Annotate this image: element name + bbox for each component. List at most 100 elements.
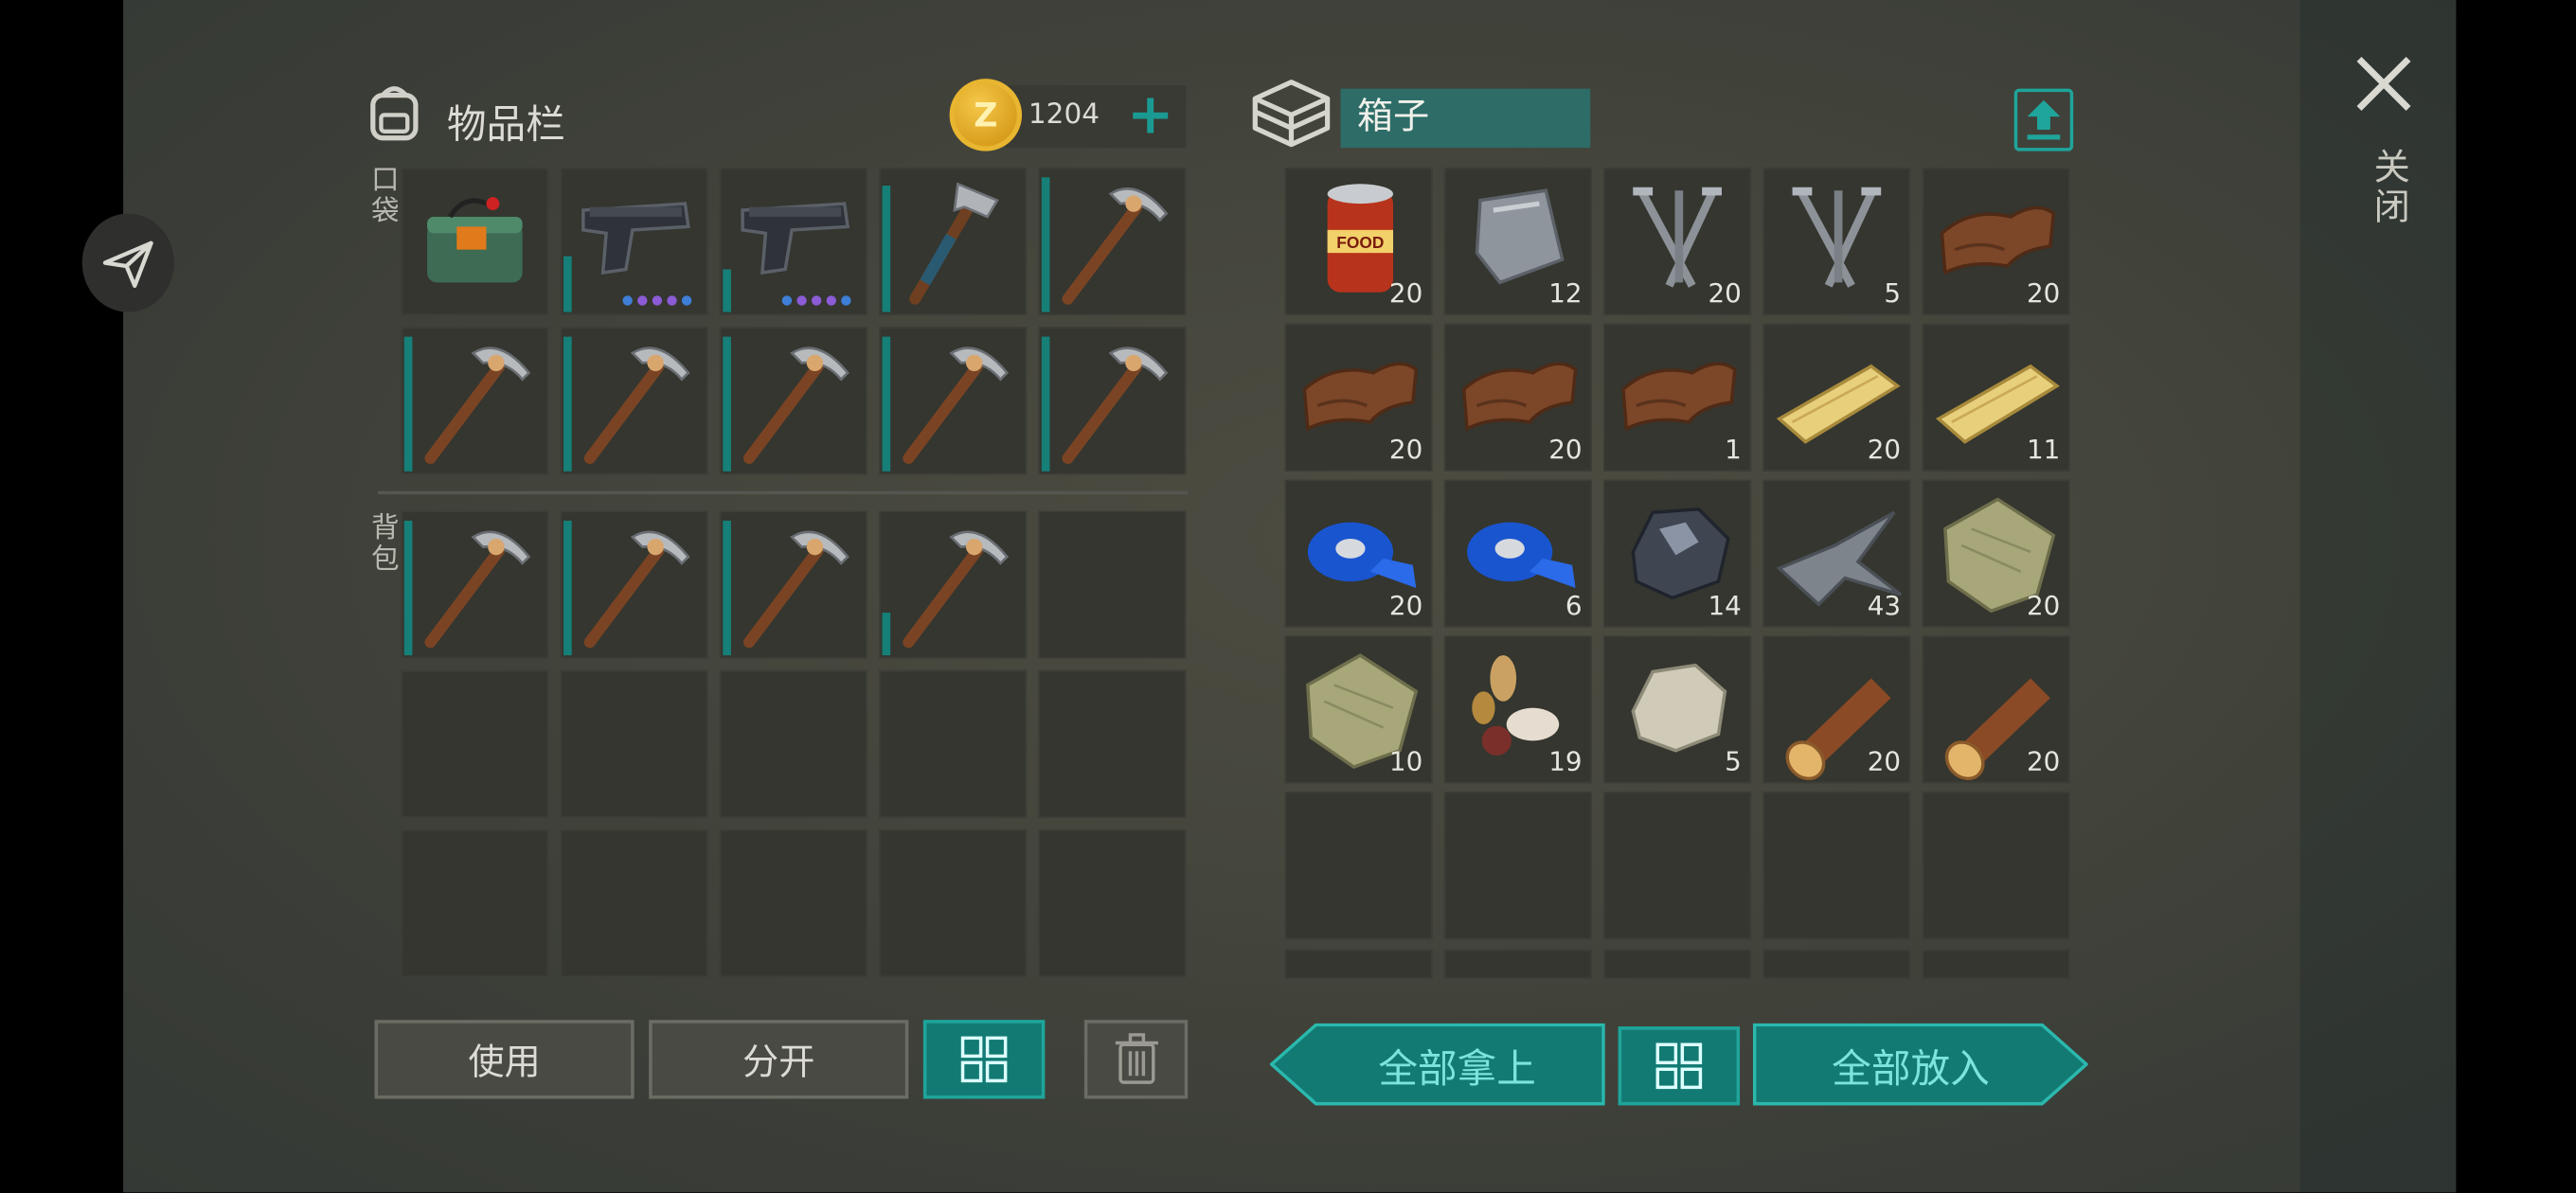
chest-slot[interactable]: 19 <box>1443 635 1592 784</box>
chest-slot[interactable]: 20 <box>1603 167 1752 316</box>
pocket-slot[interactable] <box>1038 167 1187 316</box>
take-all-button[interactable]: 全部拿上 <box>1269 1023 1605 1106</box>
durability-bar <box>1041 177 1050 312</box>
pocket-slot[interactable] <box>560 167 708 316</box>
chest-slot[interactable]: 11 <box>1922 323 2070 472</box>
upload-icon <box>2027 99 2061 140</box>
backpack-icon <box>370 86 419 141</box>
grid-icon <box>960 1036 1008 1083</box>
item-count: 43 <box>1867 589 1902 621</box>
chest-slot[interactable]: 20 <box>1443 323 1592 472</box>
put-all-button[interactable]: 全部放入 <box>1752 1023 2088 1106</box>
pocket-slot[interactable] <box>1038 327 1187 475</box>
sort-chest-button[interactable] <box>1618 1026 1741 1106</box>
chest-slot[interactable]: 20 <box>1922 167 2070 316</box>
backpack-slot[interactable] <box>879 510 1028 659</box>
chest-slot[interactable] <box>1603 949 1752 979</box>
item-count: 20 <box>1388 589 1423 621</box>
chest-slot[interactable]: 14 <box>1603 479 1752 628</box>
item-count: 20 <box>1388 433 1423 465</box>
chest-slot[interactable]: 6 <box>1443 479 1592 628</box>
take-all-label: 全部拿上 <box>1378 1045 1536 1092</box>
pocket-slot[interactable] <box>401 327 549 475</box>
backpack-slot[interactable] <box>719 510 868 659</box>
chest-slot[interactable]: 12 <box>1443 167 1592 316</box>
sort-inventory-button[interactable] <box>922 1020 1046 1099</box>
chest-slot[interactable] <box>1443 792 1592 940</box>
chest-slot[interactable] <box>1922 949 2070 979</box>
chest-slot[interactable] <box>1603 792 1752 940</box>
item-count: 19 <box>1548 745 1583 777</box>
attachment-dots <box>781 295 851 306</box>
durability-bar <box>564 256 572 312</box>
chest-slot[interactable]: 20 <box>1762 635 1911 784</box>
item-count: 5 <box>1725 745 1742 777</box>
backpack-slot[interactable] <box>401 669 549 818</box>
item-count: 14 <box>1708 589 1742 621</box>
pickaxe-icon <box>424 347 531 465</box>
use-button[interactable]: 使用 <box>374 1020 635 1099</box>
chest-slot[interactable]: FOOD 20 <box>1284 167 1433 316</box>
pickaxe-icon <box>583 347 690 465</box>
close-icon[interactable] <box>2350 49 2419 118</box>
backpack-slot[interactable] <box>879 829 1028 978</box>
item-count: 20 <box>1548 433 1583 465</box>
backpack-slot[interactable] <box>560 829 708 978</box>
pocket-slot[interactable] <box>879 327 1028 475</box>
pocket-label: 口袋 <box>365 164 398 227</box>
durability-bar <box>1041 336 1050 472</box>
backpack-slot[interactable] <box>1038 669 1187 818</box>
chest-slot[interactable] <box>1762 949 1911 979</box>
close-button[interactable]: 关闭 <box>2361 148 2414 226</box>
chest-slot[interactable]: 20 <box>1922 479 2070 628</box>
chest-slot[interactable] <box>1922 792 2070 940</box>
chest-slot[interactable]: 20 <box>1284 479 1433 628</box>
chest-slot[interactable]: 20 <box>1762 323 1911 472</box>
chest-slot[interactable]: 10 <box>1284 635 1433 784</box>
delete-button[interactable] <box>1083 1020 1189 1099</box>
section-divider <box>377 490 1189 495</box>
item-count: 12 <box>1548 277 1583 310</box>
backpack-slot[interactable] <box>401 510 549 659</box>
svg-text:FOOD: FOOD <box>1336 233 1384 252</box>
chest-slot[interactable] <box>1284 792 1433 940</box>
item-count: 5 <box>1884 277 1902 310</box>
chest-icon <box>1252 80 1331 148</box>
item-count: 20 <box>1708 277 1742 310</box>
item-count: 20 <box>1867 433 1902 465</box>
add-coins-button[interactable]: + <box>1127 82 1173 148</box>
pocket-slot[interactable] <box>719 327 868 475</box>
pickaxe-icon <box>742 530 850 649</box>
backpack-slot[interactable] <box>401 829 549 978</box>
pocket-slot[interactable] <box>560 327 708 475</box>
chest-slot[interactable]: 5 <box>1762 167 1911 316</box>
chest-slot[interactable]: 20 <box>1284 323 1433 472</box>
chest-slot[interactable]: 1 <box>1603 323 1752 472</box>
backpack-slot[interactable] <box>719 669 868 818</box>
pocket-slot[interactable] <box>879 167 1028 316</box>
item-count: 11 <box>2026 433 2061 465</box>
coin-amount: 1204 <box>1028 98 1100 132</box>
pistol-icon <box>581 202 690 275</box>
chest-slot[interactable]: 5 <box>1603 635 1752 784</box>
send-button[interactable] <box>81 213 174 312</box>
chest-title[interactable]: 箱子 <box>1340 88 1591 149</box>
backpack-slot[interactable] <box>560 510 708 659</box>
pocket-slot[interactable] <box>719 167 868 316</box>
backpack-slot[interactable] <box>560 669 708 818</box>
chest-slot[interactable]: 20 <box>1922 635 2070 784</box>
split-button[interactable]: 分开 <box>649 1020 909 1099</box>
chest-slot[interactable] <box>1762 792 1911 940</box>
pickaxe-icon <box>742 347 850 465</box>
backpack-slot[interactable] <box>719 829 868 978</box>
chest-slot[interactable] <box>1284 949 1433 979</box>
upload-button[interactable] <box>2013 88 2074 151</box>
chest-slot[interactable] <box>1443 949 1592 979</box>
backpack-slot[interactable] <box>1038 510 1187 659</box>
chest-slot[interactable]: 43 <box>1762 479 1911 628</box>
pocket-slot[interactable] <box>401 167 549 316</box>
backpack-slot[interactable] <box>1038 829 1187 978</box>
put-all-label: 全部放入 <box>1832 1045 1990 1092</box>
backpack-slot[interactable] <box>879 669 1028 818</box>
durability-bar <box>403 336 413 472</box>
